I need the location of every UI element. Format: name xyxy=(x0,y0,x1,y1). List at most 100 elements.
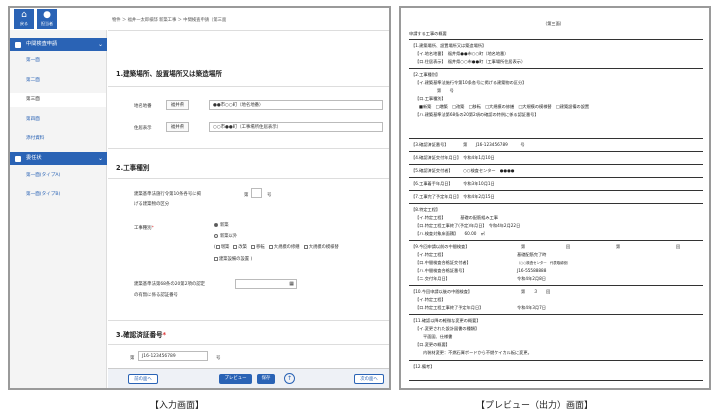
article-label-cont: げる建築物の区分 xyxy=(134,202,170,207)
preview-line: 【ニ.交付年月日】 xyxy=(415,276,450,281)
preview-rule xyxy=(409,177,703,178)
divider xyxy=(108,320,389,321)
scroll-top-icon[interactable]: ↑ xyxy=(284,373,295,384)
address-label: 住居表示 xyxy=(134,126,152,131)
checkbox-icon[interactable] xyxy=(268,244,273,249)
preview-rule xyxy=(409,39,703,40)
certification-number-input[interactable]: ▦ xyxy=(235,279,297,289)
section-title-work-type: 2.工事種別 xyxy=(116,164,150,172)
preview-rule xyxy=(409,240,703,241)
location-prefecture-select[interactable]: 福井県 xyxy=(166,100,189,110)
sidebar-item-page4[interactable]: 第四面 xyxy=(10,113,106,127)
address-prefecture-select[interactable]: 福井県 xyxy=(166,122,189,132)
checkbox-icon[interactable] xyxy=(215,244,220,249)
preview-value: 基礎配筋完了時 xyxy=(517,252,547,257)
preview-line: 【7.工事完了予定年月日】 令和4年2月15日 xyxy=(411,194,495,199)
preview-rule xyxy=(409,138,703,139)
checkbox-icon[interactable] xyxy=(233,244,238,249)
user-button[interactable]: ● 担当者 xyxy=(37,9,57,29)
preview-line: 第 号 xyxy=(437,88,454,93)
input-screen-caption: 【入力画面】 xyxy=(150,401,205,411)
checkbox-icon[interactable] xyxy=(303,244,308,249)
preview-line: 【イ.地名地番】 福井県●●市○○町（地名地番） xyxy=(415,51,509,56)
calendar-icon[interactable]: ▦ xyxy=(289,280,294,288)
article-number-input[interactable] xyxy=(251,188,262,198)
address-input[interactable]: ○○市●●町（工事場所住居表示） xyxy=(209,122,383,132)
sidebar-section-interim-inspection[interactable]: 中間検査申請 ⌄ xyxy=(10,38,107,51)
home-icon: ⌂ xyxy=(21,10,27,20)
preview-rule xyxy=(409,314,703,315)
preview-rule xyxy=(409,360,703,361)
sidebar-item-attachments[interactable]: 添付資料 xyxy=(10,132,106,146)
preview-col: 回 xyxy=(676,244,681,249)
preview-heading: 申請する工事の概要 xyxy=(409,31,447,36)
user-icon: ● xyxy=(43,10,51,20)
sidebar-item-page2[interactable]: 第二面 xyxy=(10,74,106,88)
preview-screen-panel: （第三面） 申請する工事の概要 【1.建築場所、設置場所又は築造場所】 【イ.地… xyxy=(399,6,711,390)
sidebar-item-page3[interactable]: 第三面 xyxy=(10,93,106,107)
preview-line: 【イ.特定工程】 xyxy=(415,297,446,302)
preview-rule xyxy=(409,203,703,204)
breadcrumb: 物件 ＞ 福井一太郎様邸 新築工事 ＞ 中間検査申請（第三面 xyxy=(112,18,227,23)
form-area: 物件 ＞ 福井一太郎様邸 新築工事 ＞ 中間検査申請（第三面 1.建築場所、設置… xyxy=(108,8,389,388)
home-button[interactable]: ⌂ 戻る xyxy=(14,9,34,29)
location-input[interactable]: ●●市○○町（地名地番） xyxy=(209,100,383,110)
preview-line: 平面図、仕様書 xyxy=(423,334,453,339)
confirmation-number-input[interactable]: J16-123456789 xyxy=(138,351,208,361)
radio-other-construction[interactable]: 新築以外 xyxy=(214,233,237,239)
preview-col: 第 xyxy=(616,244,621,249)
preview-col: 第 xyxy=(521,244,526,249)
preview-line: 【ロ.変更の概要】 xyxy=(415,342,450,347)
chevron-down-icon: ⌄ xyxy=(97,155,103,162)
next-page-button[interactable]: 次の面へ xyxy=(354,374,384,384)
preview-page-title: （第三面） xyxy=(543,21,564,26)
preview-line: 【2.工事種別】 xyxy=(411,72,441,77)
section-title-confirmation-number: 3.確認済証番号* xyxy=(116,331,167,339)
checkbox-icon[interactable] xyxy=(251,244,256,249)
divider xyxy=(108,148,389,149)
preview-value: 第 ３ 回 xyxy=(521,289,551,294)
preview-line: 【1.建築場所、設置場所又は築造場所】 xyxy=(411,43,487,48)
preview-line: 【ロ.住居表示】 福井県○○市●●町（工事場所住居表示） xyxy=(415,59,526,64)
confirmation-prefix: 第 xyxy=(130,356,135,361)
sidebar-item-page1[interactable]: 第一面 xyxy=(10,54,106,68)
sidebar-section-power-of-attorney[interactable]: 委任状 ⌄ xyxy=(10,152,107,165)
preview-button[interactable]: プレビュー xyxy=(219,374,252,384)
preview-col: 回 xyxy=(566,244,571,249)
preview-line: 【イ.建築基準法施行令第10条各号に掲げる建築物の区分】 xyxy=(415,80,527,85)
preview-line: 【イ.変更された設計図書の種類】 xyxy=(415,326,480,331)
location-label: 地名地番 xyxy=(134,104,152,109)
preview-line: 【ロ.中間検査合格証交付者】 xyxy=(415,260,471,265)
preview-rule xyxy=(409,151,703,152)
law-label: 建築基準法第68条の20第2項の認定 xyxy=(134,282,206,287)
preview-line: 【6.工事着手年月日】 令和3年10月1日 xyxy=(411,181,495,186)
divider xyxy=(108,178,389,179)
preview-line: 【ハ.検査対象床面積】 60.00 ㎡ xyxy=(415,231,485,236)
document-icon xyxy=(15,155,21,162)
preview-rule xyxy=(409,380,703,381)
radio-selected-icon xyxy=(214,222,218,227)
preview-line: 【9.今回申請以前の中間検査】 xyxy=(411,244,470,249)
chevron-down-icon: ⌄ xyxy=(97,41,103,48)
document-icon xyxy=(15,41,21,48)
radio-new-construction[interactable]: 新築 xyxy=(214,222,229,228)
save-button[interactable]: 保存 xyxy=(257,374,275,384)
prev-page-button[interactable]: 前の面へ xyxy=(128,374,158,384)
preview-line: 【イ.特定工程】 xyxy=(415,252,446,257)
preview-line: 【イ.特定工程】 基礎の配筋組み工事 xyxy=(415,215,498,220)
input-screen-panel: ⌂ 戻る ● 担当者 中間検査申請 ⌄ 第一面 第二面 第三面 第四面 添付資料… xyxy=(8,6,391,390)
law-label-cont: の有無に係る認証番号 xyxy=(134,293,178,298)
sidebar-item-type-a[interactable]: 第一面(タイプA) xyxy=(10,169,106,183)
sidebar-item-type-b[interactable]: 第一面(タイプB) xyxy=(10,188,106,202)
work-type-label: 工事種別* xyxy=(134,226,154,231)
checkbox-building-equipment[interactable]: 建築設備の設置 ) xyxy=(214,256,252,262)
radio-unselected-icon xyxy=(214,233,218,238)
preview-line: 【ハ.中間検査合格証番号】 xyxy=(415,268,467,273)
preview-line: 【5.確認済証交付者】 ○○検査センター ●●●● xyxy=(411,168,515,173)
preview-line: 【8.特定工程】 xyxy=(411,207,441,212)
preview-line: 【12.備考】 xyxy=(411,364,435,369)
confirmation-suffix: 号 xyxy=(216,356,221,361)
preview-line: 【ハ.建築基準法第68条の20第2項の確認の特例に係る認証番号】 xyxy=(415,112,539,117)
sidebar: ⌂ 戻る ● 担当者 中間検査申請 ⌄ 第一面 第二面 第三面 第四面 添付資料… xyxy=(10,8,107,388)
preview-rule xyxy=(409,285,703,286)
